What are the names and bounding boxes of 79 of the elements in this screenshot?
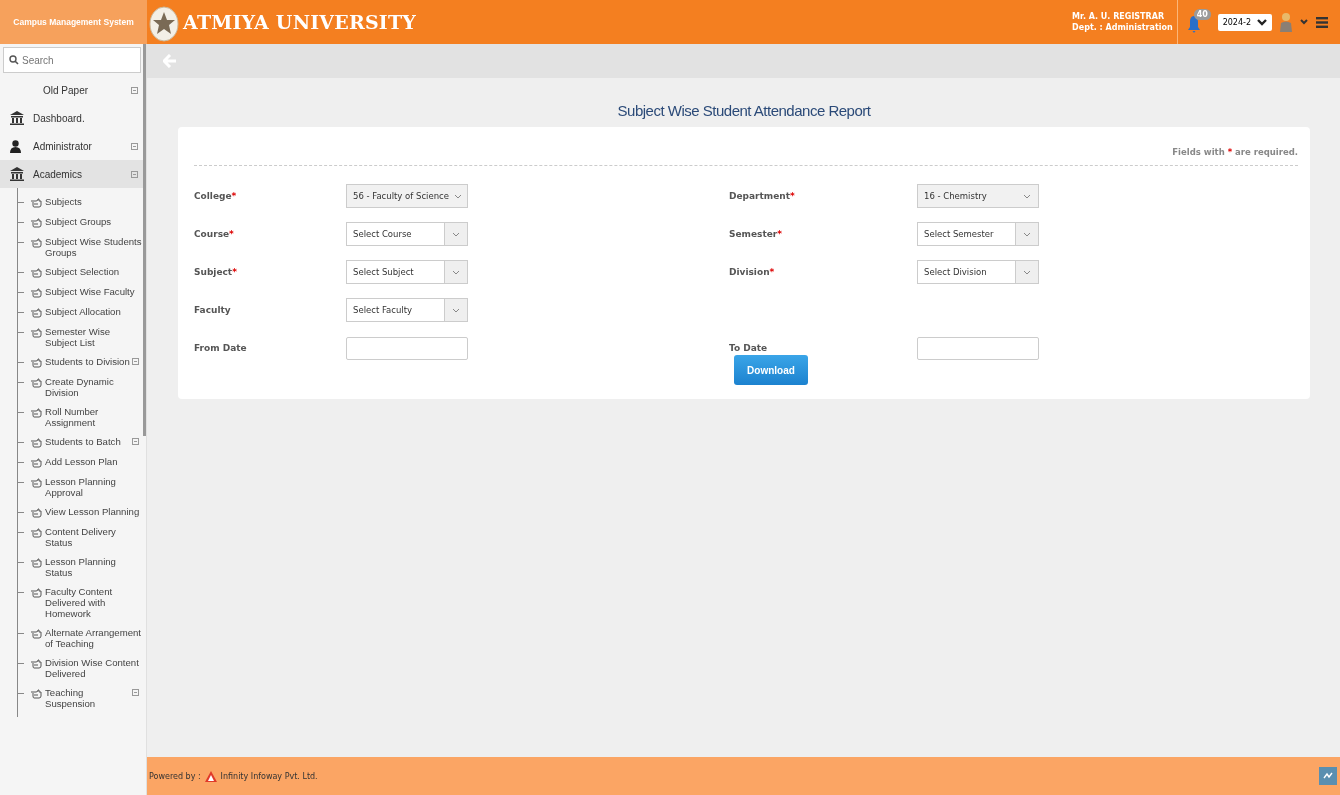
sidebar-subitem[interactable]: Subjects [18,192,146,212]
field-label: Department* [729,191,795,201]
field-label: From Date [194,343,247,353]
user-icon [10,139,21,153]
collapse-icon [131,86,138,94]
sidebar-subitem[interactable]: Students to Batch [18,432,146,452]
field-label: Subject* [194,267,237,277]
sidebar-subitem[interactable]: Subject Allocation [18,302,146,322]
date-field[interactable] [917,336,1039,360]
dropdown[interactable]: Select Division [917,260,1039,284]
sidebar-subitem[interactable]: Content Delivery Status [18,522,146,552]
sidebar-subitem[interactable]: Teaching Suspension [18,683,146,713]
university-logo [149,6,179,42]
field-label: College* [194,191,237,201]
company-name[interactable]: Infinity Infoway Pvt. Ltd. [220,771,318,781]
company-logo [204,770,217,782]
collapse-icon [132,438,139,445]
dropdown[interactable]: Select Course [346,222,468,246]
chart-button[interactable] [1319,767,1337,785]
dropdown[interactable]: Select Semester [917,222,1039,246]
collapse-icon [131,142,138,150]
sidebar-subitem[interactable]: Subject Groups [18,212,146,232]
sidebar-subitem[interactable]: Lesson Planning Status [18,552,146,582]
collapse-icon [131,170,138,178]
chevron-icon [452,231,460,237]
chevron-icon [1257,18,1267,26]
notification-badge: 40 [1193,9,1211,20]
chevron-icon [1023,193,1031,199]
collapse-icon [132,358,139,365]
menu-icon[interactable] [1316,16,1328,28]
sidebar-subitem[interactable]: Alternate Arrangement of Teaching [18,623,146,653]
sidebar-subitem[interactable]: View Lesson Planning [18,502,146,522]
field-label: Course* [194,229,234,239]
sidebar-item[interactable]: Administrator [0,132,146,160]
chevron-icon [452,307,460,313]
sidebar-subitem[interactable]: Add Lesson Plan [18,452,146,472]
line-chart-icon [1323,772,1333,780]
sidebar-item[interactable]: Dashboard. [0,104,146,132]
user-name: Mr. A. U. REGISTRAR [1072,11,1166,22]
dropdown[interactable]: Select Subject [346,260,468,284]
chevron-icon [453,193,462,199]
bank-icon [10,167,24,181]
powered-by-label: Powered by : [149,771,201,781]
sidebar-subitem[interactable]: Create Dynamic Division [18,372,146,402]
sidebar-subitem[interactable]: Subject Wise Students Groups [18,232,146,262]
required-note: Fields with * are required. [194,147,1298,166]
user-avatar-icon[interactable] [1280,12,1292,32]
sidebar-subitem[interactable]: Division Wise Content Delivered [18,653,146,683]
page-title: Subject Wise Student Attendance Report [616,101,872,121]
field-label: Semester* [729,229,782,239]
dropdown[interactable]: Select Faculty [346,298,468,322]
sidebar-subitem[interactable]: Subject Selection [18,262,146,282]
user-department: Dept. : Administration [1072,22,1173,33]
bell-icon[interactable] [1187,15,1200,33]
caret-icon[interactable] [1300,19,1308,25]
field-label: Division* [729,267,775,277]
search-icon [9,55,19,65]
scrollbar-thumb[interactable] [143,44,146,436]
sidebar-subitem[interactable]: Subject Wise Faculty [18,282,146,302]
sidebar-subitem[interactable]: Lesson Planning Approval [18,472,146,502]
sidebar-subitem[interactable]: Students to Division [18,352,146,372]
year-select[interactable]: 2024-2 [1217,13,1272,31]
search-field[interactable]: Search [3,47,141,73]
field-label: Faculty [194,305,231,315]
sidebar-item[interactable]: Old Paper [0,76,146,104]
sidebar-item[interactable]: Academics [0,160,146,188]
system-name: Campus Management System [0,0,147,44]
university-name: ATMIYA UNIVERSITY [183,11,416,33]
chevron-icon [1023,231,1031,237]
sidebar-subitem[interactable]: Roll Number Assignment [18,402,146,432]
field-label: To Date [729,343,768,353]
collapse-icon [132,689,139,696]
date-field[interactable] [346,336,468,360]
back-arrow-icon[interactable] [163,54,177,68]
sidebar-subitem[interactable]: Faculty Content Delivered with Homework [18,582,146,623]
sidebar-subitem[interactable]: Semester Wise Subject List [18,322,146,352]
chevron-icon [1023,269,1031,275]
chevron-icon [452,269,460,275]
bank-icon [10,111,24,125]
